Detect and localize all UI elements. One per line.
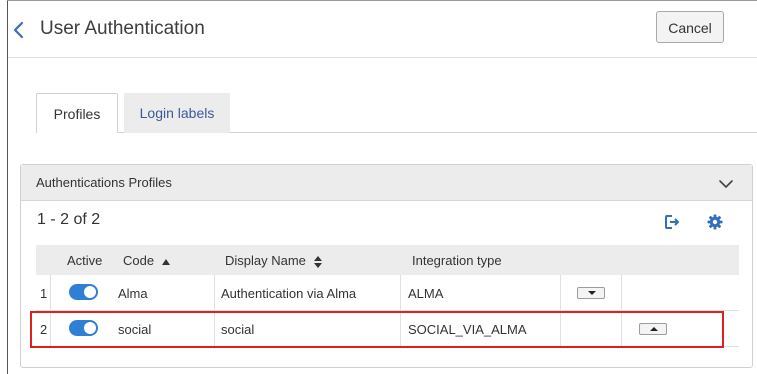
column-header-code[interactable]: Code bbox=[123, 253, 170, 268]
column-header-display-name[interactable]: Display Name bbox=[225, 253, 322, 268]
cell-divider bbox=[50, 275, 51, 311]
display-name-cell: Authentication via Alma bbox=[221, 286, 357, 301]
cancel-button[interactable]: Cancel bbox=[656, 11, 724, 43]
collapse-chevron-icon[interactable] bbox=[718, 177, 734, 191]
row-number: 1 bbox=[40, 286, 48, 301]
profiles-table: Active Code Display Name Integration typ… bbox=[36, 245, 739, 357]
active-toggle[interactable] bbox=[69, 320, 98, 336]
cell-divider bbox=[560, 275, 561, 311]
code-cell: social bbox=[118, 322, 152, 337]
code-cell: Alma bbox=[118, 286, 148, 301]
tab-profiles[interactable]: Profiles bbox=[36, 93, 118, 133]
page-title: User Authentication bbox=[40, 18, 205, 39]
move-up-button[interactable] bbox=[639, 323, 667, 335]
sort-ascending-icon bbox=[161, 258, 170, 265]
export-icon[interactable] bbox=[663, 213, 681, 231]
tab-login-labels[interactable]: Login labels bbox=[124, 93, 230, 133]
column-header-integration-type: Integration type bbox=[412, 253, 502, 268]
column-header-active: Active bbox=[67, 253, 103, 268]
table-row[interactable]: 2 social social SOCIAL_VIA_ALMA bbox=[36, 311, 739, 347]
cell-divider bbox=[214, 275, 215, 311]
display-name-cell: social bbox=[221, 322, 255, 337]
table-row[interactable]: 1 Alma Authentication via Alma ALMA bbox=[36, 275, 739, 311]
pager-count: 1 - 2 of 2 bbox=[37, 211, 101, 228]
integration-type-cell: ALMA bbox=[408, 286, 444, 301]
chevron-left-icon[interactable] bbox=[10, 20, 28, 40]
row-number: 2 bbox=[40, 322, 48, 337]
cell-divider bbox=[621, 275, 622, 311]
move-down-button[interactable] bbox=[577, 287, 605, 299]
active-toggle[interactable] bbox=[69, 284, 98, 300]
cell-divider bbox=[621, 311, 622, 347]
table-header: Active Code Display Name Integration typ… bbox=[36, 245, 739, 275]
cell-divider bbox=[400, 275, 401, 311]
cell-divider bbox=[560, 311, 561, 347]
toggle-knob bbox=[84, 322, 96, 334]
authentication-profiles-panel: Authentications Profiles 1 - 2 of 2 Acti… bbox=[20, 164, 753, 368]
toggle-knob bbox=[84, 286, 96, 298]
cell-divider bbox=[50, 311, 51, 347]
cell-divider bbox=[400, 311, 401, 347]
triangle-up-icon bbox=[650, 327, 658, 331]
panel-header[interactable]: Authentications Profiles bbox=[21, 165, 752, 201]
window-top-border bbox=[7, 0, 757, 1]
triangle-down-icon bbox=[588, 291, 596, 295]
integration-type-cell: SOCIAL_VIA_ALMA bbox=[408, 322, 527, 337]
settings-gear-icon[interactable] bbox=[707, 214, 723, 230]
sort-icon bbox=[313, 255, 322, 268]
panel-title: Authentications Profiles bbox=[36, 175, 172, 190]
cell-divider bbox=[214, 311, 215, 347]
header-divider bbox=[8, 57, 757, 58]
